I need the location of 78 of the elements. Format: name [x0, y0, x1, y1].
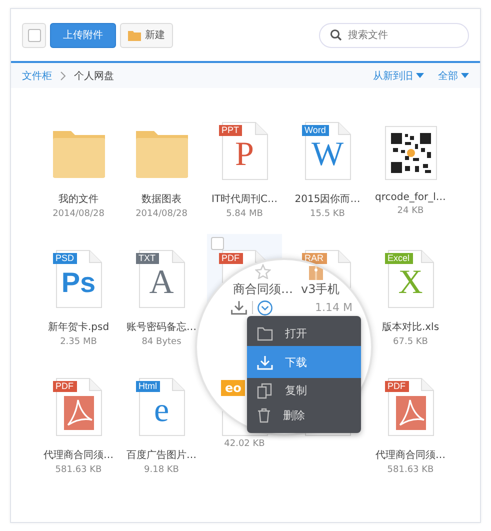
- chevron-icon: [60, 70, 66, 80]
- file-glyph: W: [311, 142, 344, 168]
- file-type-tag: PDF: [218, 253, 242, 264]
- caret-icon: [461, 73, 469, 78]
- document-icon: [56, 378, 102, 436]
- breadcrumb-item[interactable]: 个人网盘: [74, 68, 114, 82]
- sort-dropdown[interactable]: 从新到旧: [367, 68, 424, 82]
- file-type-tag: Excel: [384, 253, 413, 264]
- file-meta: 9.18 KB: [144, 465, 179, 475]
- qr-code-icon: [384, 126, 436, 180]
- document-icon: [138, 250, 184, 308]
- document-icon: [222, 122, 268, 180]
- file-type-tag: PSD: [52, 253, 78, 264]
- menu-item[interactable]: 删除: [247, 403, 361, 428]
- caret-icon: [416, 73, 424, 78]
- file-type-tag: RAR: [302, 253, 327, 264]
- document-icon: [388, 250, 434, 308]
- document-icon: [56, 250, 102, 308]
- file-type-tag: Word: [302, 125, 329, 136]
- folder-icon: [128, 30, 141, 40]
- file-name: 商合同须…: [233, 282, 293, 296]
- file-name[interactable]: 2015因你而…: [294, 192, 360, 206]
- file-meta: 5.84 MB: [226, 209, 263, 219]
- file-glyph: A: [149, 270, 174, 296]
- file-meta: 581.63 KB: [387, 465, 434, 475]
- file-meta: 1.14 M: [315, 301, 352, 314]
- search-icon: [330, 29, 342, 41]
- folder-icon: [257, 326, 273, 340]
- file-type-tag: PDF: [384, 381, 408, 392]
- copy-icon: [257, 382, 273, 398]
- download-icon[interactable]: [231, 300, 247, 315]
- file-name[interactable]: qrcode_for_l…: [375, 192, 446, 203]
- file-type-tag: Html: [136, 381, 160, 392]
- menu-item[interactable]: 复制: [247, 378, 361, 403]
- chevron-down-icon[interactable]: [257, 300, 273, 316]
- file-name[interactable]: 我的文件: [58, 192, 98, 206]
- file-glyph: e: [154, 398, 170, 424]
- file-name[interactable]: IT时代周刊C…: [211, 192, 278, 206]
- file-meta: 67.5 KB: [393, 337, 428, 347]
- file-meta: 84 Bytes: [142, 337, 182, 347]
- menu-item[interactable]: 打开: [247, 321, 361, 346]
- search-field[interactable]: 搜索文件: [319, 22, 469, 48]
- file-type-tag: eo: [221, 380, 246, 396]
- file-glyph: P: [235, 142, 254, 168]
- file-name[interactable]: 账号密码备忘…: [126, 320, 196, 334]
- breadcrumb-item[interactable]: 文件柜: [22, 68, 52, 82]
- file-meta: 24 KB: [397, 206, 424, 216]
- file-name[interactable]: 百度广告图片…: [126, 448, 196, 462]
- file-meta: 581.63 KB: [55, 465, 102, 475]
- star-icon: [255, 264, 271, 279]
- trash-icon: [257, 408, 271, 423]
- file-meta: 42.02 KB: [224, 439, 265, 449]
- document-icon: [138, 378, 184, 436]
- file-meta: 2014/08/28: [52, 209, 104, 219]
- file-name[interactable]: 代理商合同须…: [376, 448, 446, 462]
- file-type-tag: TXT: [136, 253, 158, 264]
- select-all-checkbox[interactable]: [28, 28, 40, 42]
- zip-icon: [309, 266, 323, 280]
- document-icon: [304, 122, 350, 180]
- file-name[interactable]: 版本对比.xls: [382, 320, 440, 334]
- folder-icon: [134, 128, 190, 180]
- file-name: v3手机: [301, 282, 340, 296]
- file-glyph: X: [398, 270, 423, 296]
- folder-icon: [50, 128, 106, 180]
- file-name[interactable]: 数据图表: [142, 192, 182, 206]
- file-meta: 2014/08/28: [136, 209, 188, 219]
- file-type-tag: PDF: [52, 381, 76, 392]
- file-meta: 2.35 MB: [60, 337, 97, 347]
- file-type-tag: PPT: [218, 125, 242, 136]
- download-icon: [257, 354, 273, 370]
- file-glyph: Ps: [61, 270, 96, 296]
- item-checkbox[interactable]: [211, 237, 224, 250]
- file-name[interactable]: 新年贺卡.psd: [48, 320, 110, 334]
- filter-dropdown[interactable]: 全部: [432, 68, 469, 82]
- new-folder-button[interactable]: 新建: [120, 22, 173, 48]
- file-meta: 15.5 KB: [310, 209, 345, 219]
- document-icon: [388, 378, 434, 436]
- file-name[interactable]: 代理商合同须…: [44, 448, 114, 462]
